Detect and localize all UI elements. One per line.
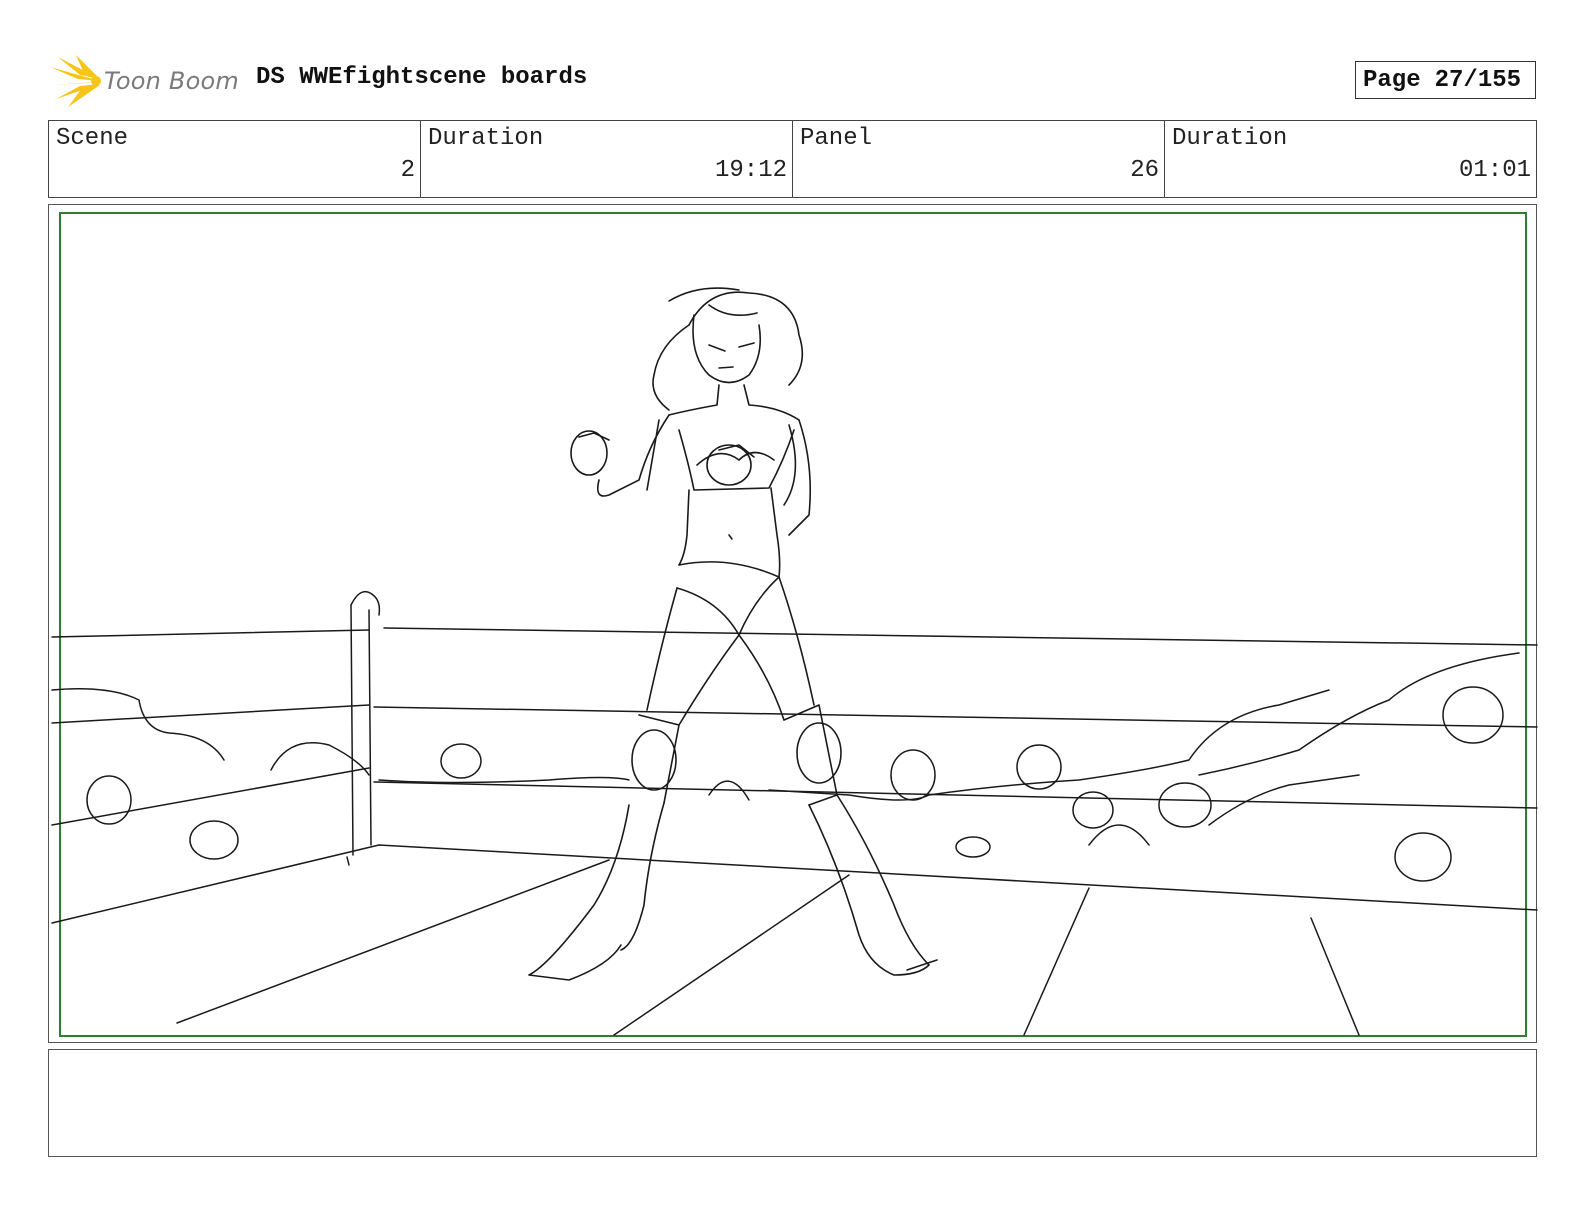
panel-label: Panel [800,125,873,152]
document-title: DS WWEfightscene boards [256,64,588,91]
panel-cell: Panel 26 [793,121,1165,197]
starburst-logo-icon [50,55,101,107]
panel-duration-label: Duration [1172,125,1288,152]
scene-duration-label: Duration [428,125,544,152]
scene-duration-value: 19:12 [714,157,787,184]
scene-info-table: Scene 2 Duration 19:12 Panel 26 Duration… [48,120,1537,198]
scene-cell: Scene 2 [49,121,421,197]
panel-value: 26 [1130,157,1159,184]
toon-boom-logo: Toon Boom [50,55,240,107]
sketch-drawing [51,212,1538,1037]
logo-text: Toon Boom [104,67,239,95]
panel-notes-box [48,1049,1537,1157]
panel-duration-value: 01:01 [1458,157,1531,184]
page-label: Page [1363,66,1421,94]
panel-duration-cell: Duration 01:01 [1165,121,1536,197]
scene-label: Scene [56,125,129,152]
scene-duration-cell: Duration 19:12 [421,121,793,197]
wrestler-figure-sketch [528,287,938,981]
page-indicator: Page 27/155 [1355,61,1536,99]
storyboard-panel [48,204,1538,1043]
wrestling-ring-sketch [51,590,1538,1036]
page-number: 27/155 [1434,66,1522,94]
scene-value: 2 [400,157,415,184]
